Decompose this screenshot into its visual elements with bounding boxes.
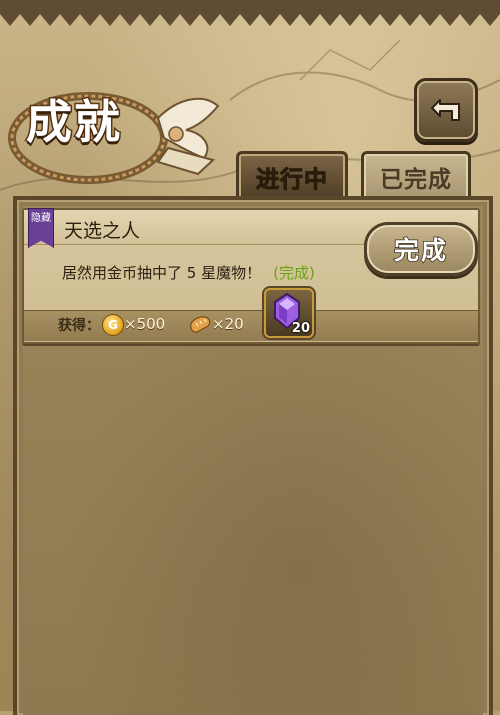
bread-reward-amount: ×20 — [212, 315, 244, 333]
return-arrow-icon — [431, 99, 460, 121]
achievement-description-text: 居然用金币抽中了 5 星魔物！ — [62, 264, 262, 282]
achievement-description: 居然用金币抽中了 5 星魔物！ (完成) — [62, 262, 315, 283]
achievement-card: 隐藏 天选之人 完成 居然用金币抽中了 5 星魔物！ (完成) 获得： G ×50… — [22, 208, 480, 344]
achievement-status: (完成) — [273, 264, 315, 282]
torn-top-edge — [0, 0, 500, 26]
rewards-label: 获得： — [58, 318, 100, 334]
back-button[interactable] — [414, 78, 478, 142]
claim-complete-button[interactable]: 完成 — [364, 222, 478, 276]
gem-reward-amount: 20 — [291, 321, 310, 336]
bread-icon — [190, 316, 211, 333]
gem-reward-slot: 20 — [264, 288, 314, 338]
gold-reward-amount: ×500 — [124, 315, 166, 333]
page-title: 成就 — [25, 94, 122, 151]
tab-in-progress[interactable]: 进行中 — [236, 151, 348, 200]
gold-coin-icon: G — [102, 314, 124, 336]
tab-completed[interactable]: 已完成 — [361, 151, 471, 200]
achievement-title: 天选之人 — [64, 220, 141, 242]
